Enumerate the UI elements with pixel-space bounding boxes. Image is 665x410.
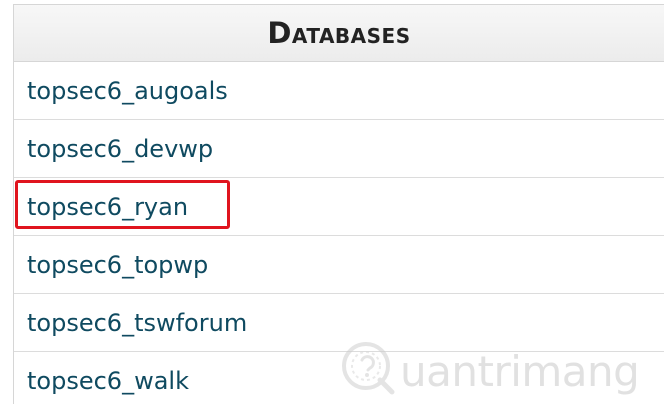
- table-row: topsec6_topwp: [14, 236, 664, 294]
- database-link-devwp[interactable]: topsec6_devwp: [14, 135, 213, 163]
- databases-table: Databases topsec6_augoals topsec6_devwp …: [13, 4, 664, 404]
- table-row: topsec6_walk: [14, 352, 664, 410]
- database-link-tswforum[interactable]: topsec6_tswforum: [14, 309, 247, 337]
- table-row: topsec6_tswforum: [14, 294, 664, 352]
- databases-header-label: Databases: [267, 16, 411, 50]
- table-row: topsec6_augoals: [14, 62, 664, 120]
- databases-header: Databases: [14, 4, 664, 62]
- table-row: topsec6_ryan: [14, 178, 664, 236]
- database-link-topwp[interactable]: topsec6_topwp: [14, 251, 208, 279]
- table-row: topsec6_devwp: [14, 120, 664, 178]
- database-link-ryan[interactable]: topsec6_ryan: [14, 193, 188, 221]
- database-link-augoals[interactable]: topsec6_augoals: [14, 77, 228, 105]
- database-list-panel: Databases topsec6_augoals topsec6_devwp …: [0, 0, 665, 404]
- database-link-walk[interactable]: topsec6_walk: [14, 367, 189, 395]
